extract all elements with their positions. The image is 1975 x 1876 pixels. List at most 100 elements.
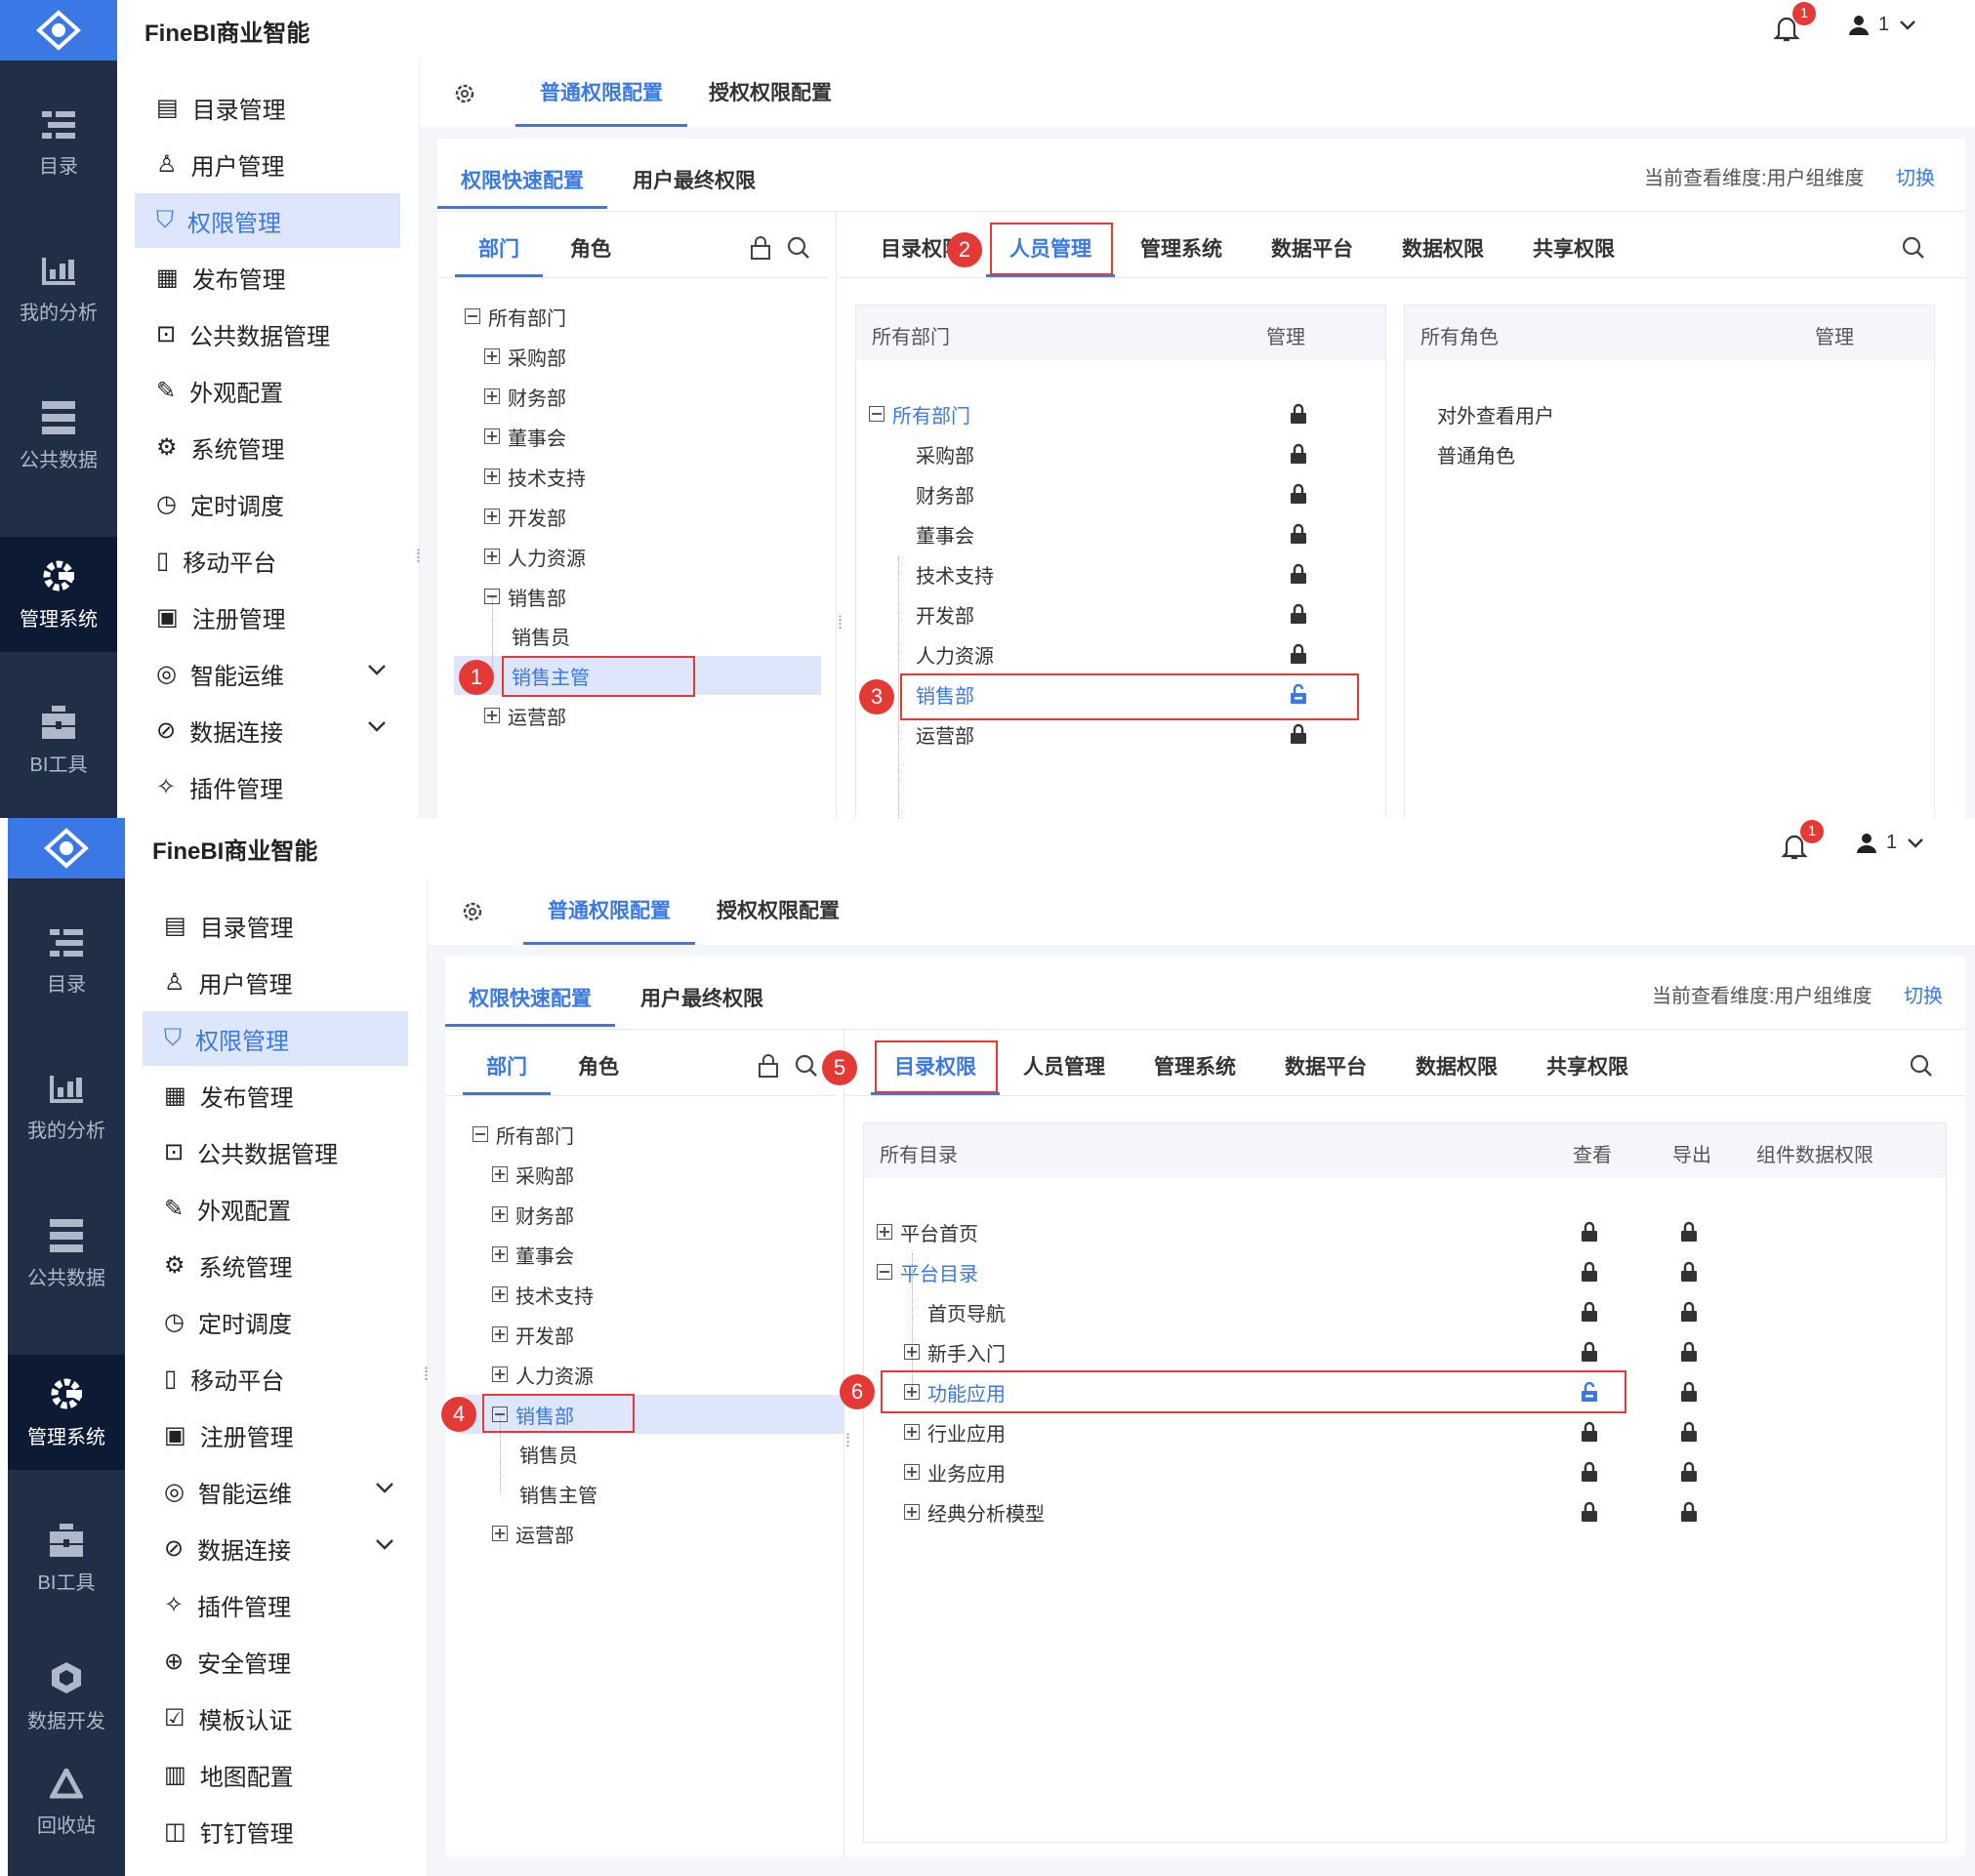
menu-item-map-config[interactable]: ▥ 地图配置 — [143, 1747, 408, 1802]
lock-icon[interactable] — [1680, 1421, 1698, 1443]
lock-icon[interactable] — [1290, 523, 1307, 545]
expand-icon[interactable] — [484, 708, 500, 723]
lock-icon[interactable] — [1581, 1461, 1598, 1483]
expand-icon[interactable] — [492, 1206, 508, 1222]
user-menu[interactable]: 1 — [1849, 14, 1916, 36]
menu-item-mobile-platform[interactable]: ▯ 移动平台 — [135, 533, 400, 588]
tab-department[interactable]: 部门 — [455, 226, 543, 277]
menu-item-user-management[interactable]: ♙ 用户管理 — [135, 137, 400, 191]
rail-item-data-dev[interactable]: 数据开发 — [8, 1648, 125, 1745]
app-logo[interactable] — [8, 818, 125, 878]
role-row[interactable]: 对外查看用户 — [1437, 394, 1554, 433]
menu-item-publish-management[interactable]: ▦ 发布管理 — [135, 250, 400, 305]
tree-node[interactable]: 董事会 — [492, 1235, 574, 1274]
tab-data-permission[interactable]: 数据权限 — [1402, 226, 1484, 277]
tab-share-permission[interactable]: 共享权限 — [1546, 1044, 1628, 1095]
tree-node-root[interactable]: 所有部门 — [473, 1115, 574, 1154]
rail-item-management[interactable]: 管理系统 — [0, 537, 117, 652]
grid-row[interactable]: 平台目录 — [877, 1252, 978, 1291]
lock-icon[interactable] — [1290, 403, 1307, 425]
expand-icon[interactable] — [904, 1424, 920, 1440]
tree-node[interactable]: 技术支持 — [492, 1275, 594, 1314]
lock-icon[interactable] — [1680, 1461, 1698, 1483]
tree-node[interactable]: 采购部 — [484, 337, 566, 376]
grid-row[interactable]: 运营部 — [916, 714, 974, 754]
expand-icon[interactable] — [492, 1246, 508, 1262]
grid-row[interactable]: 董事会 — [916, 514, 974, 553]
rail-item-recycle-bin[interactable]: 回收站 — [8, 1745, 125, 1860]
lock-icon[interactable] — [1680, 1381, 1698, 1403]
expand-icon[interactable] — [904, 1504, 920, 1520]
resize-handle[interactable]: ⁞ — [838, 613, 847, 636]
tab-final-permission[interactable]: 用户最终权限 — [633, 158, 756, 209]
tab-data-platform[interactable]: 数据平台 — [1271, 226, 1353, 277]
tree-node[interactable]: 销售部 — [484, 577, 566, 616]
grid-row[interactable]: 行业应用 — [904, 1412, 1006, 1451]
expand-icon[interactable] — [484, 348, 500, 364]
grid-row[interactable]: 业务应用 — [904, 1452, 1006, 1491]
tab-quick-config[interactable]: 权限快速配置 — [437, 158, 607, 209]
tab-role[interactable]: 角色 — [578, 1044, 619, 1095]
grid-row[interactable]: 首页导航 — [927, 1292, 1006, 1331]
rail-item-management[interactable]: 管理系统 — [8, 1355, 125, 1470]
menu-item-public-data-management[interactable]: ⊡ 公共数据管理 — [143, 1124, 408, 1179]
grid-row[interactable]: 开发部 — [916, 594, 974, 633]
menu-item-public-data-management[interactable]: ⊡ 公共数据管理 — [135, 306, 400, 361]
expand-icon[interactable] — [492, 1366, 508, 1382]
lock-icon[interactable] — [1290, 603, 1307, 625]
rail-item-public-data[interactable]: 公共数据 — [0, 379, 117, 494]
collapse-icon[interactable] — [877, 1264, 892, 1280]
rail-item-analysis[interactable]: 我的分析 — [0, 232, 117, 347]
app-logo[interactable] — [0, 0, 117, 61]
resize-handle[interactable]: ⁞ — [845, 1431, 855, 1454]
search-icon[interactable] — [1910, 1054, 1933, 1078]
tab-grant-permission[interactable]: 授权权限配置 — [709, 61, 832, 127]
tab-data-platform[interactable]: 数据平台 — [1285, 1044, 1367, 1095]
settings-icon[interactable] — [461, 900, 484, 923]
rail-item-public-data[interactable]: 公共数据 — [8, 1197, 125, 1312]
lock-icon[interactable] — [1680, 1501, 1698, 1523]
menu-item-plugin-management[interactable]: ✧ 插件管理 — [135, 759, 400, 814]
expand-icon[interactable] — [904, 1344, 920, 1360]
grid-row-root[interactable]: 所有部门 — [869, 394, 970, 433]
menu-item-mobile-platform[interactable]: ▯ 移动平台 — [143, 1351, 408, 1406]
menu-item-catalog-management[interactable]: ▤ 目录管理 — [135, 80, 400, 135]
menu-item-publish-management[interactable]: ▦ 发布管理 — [143, 1068, 408, 1122]
grid-row[interactable]: 人力资源 — [916, 634, 994, 673]
expand-icon[interactable] — [484, 428, 500, 444]
tree-node[interactable]: 运营部 — [492, 1514, 574, 1553]
menu-item-template-certification[interactable]: ☑ 模板认证 — [143, 1691, 408, 1745]
lock-icon[interactable] — [1680, 1261, 1698, 1283]
grid-row[interactable]: 技术支持 — [916, 554, 994, 593]
tab-personnel-management[interactable]: 人员管理 — [1023, 1044, 1105, 1095]
menu-item-permission-management[interactable]: ⛉ 权限管理 — [135, 193, 400, 248]
tree-node[interactable]: 销售员 — [519, 1434, 578, 1473]
menu-item-registration[interactable]: ▣ 注册管理 — [143, 1407, 408, 1462]
collapse-icon[interactable] — [869, 406, 885, 422]
grid-row[interactable]: 新手入门 — [904, 1332, 1006, 1371]
tree-node[interactable]: 销售员 — [512, 616, 570, 655]
unlock-icon[interactable] — [1581, 1381, 1598, 1403]
tree-node[interactable]: 董事会 — [484, 417, 566, 456]
menu-item-permission-management[interactable]: ⛉ 权限管理 — [143, 1011, 408, 1066]
grid-row[interactable]: 采购部 — [916, 434, 974, 473]
menu-item-scheduling[interactable]: ◷ 定时调度 — [143, 1294, 408, 1349]
expand-icon[interactable] — [492, 1166, 508, 1182]
expand-icon[interactable] — [484, 388, 500, 404]
menu-item-dingtalk-management[interactable]: ◫ 钉钉管理 — [143, 1804, 408, 1858]
expand-icon[interactable] — [492, 1286, 508, 1302]
expand-icon[interactable] — [492, 1526, 508, 1541]
menu-item-scheduling[interactable]: ◷ 定时调度 — [135, 476, 400, 531]
menu-item-data-connection[interactable]: ⊘ 数据连接 — [135, 703, 400, 757]
user-menu[interactable]: 1 — [1857, 832, 1924, 854]
switch-link[interactable]: 切换 — [1904, 980, 1943, 1008]
search-icon[interactable] — [1902, 236, 1925, 260]
rail-item-catalog[interactable]: 目录 — [0, 86, 117, 201]
grid-row[interactable]: 平台首页 — [877, 1212, 978, 1251]
grid-row[interactable]: 经典分析模型 — [904, 1492, 1045, 1531]
lock-icon[interactable] — [1290, 643, 1307, 665]
lock-filter-icon[interactable] — [750, 236, 771, 260]
tree-node[interactable]: 财务部 — [492, 1195, 574, 1234]
settings-icon[interactable] — [453, 82, 476, 105]
menu-item-data-connection[interactable]: ⊘ 数据连接 — [143, 1521, 408, 1575]
